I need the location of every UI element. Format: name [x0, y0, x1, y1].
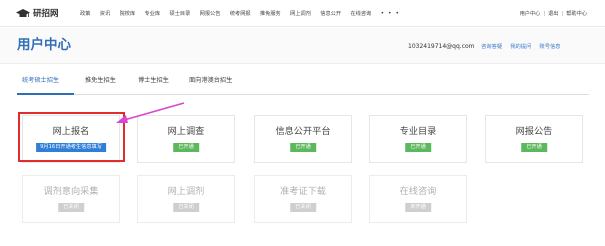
status-badge: 已关闭	[173, 203, 199, 212]
status-badge: 已开通	[173, 143, 199, 152]
consult-answer-link[interactable]: 咨询答疑	[481, 43, 502, 51]
card-title: 准考证下载	[280, 186, 326, 197]
card-title: 网报公告	[515, 126, 553, 137]
logout-link[interactable]: 退出	[548, 11, 558, 17]
page-title: 用户中心	[17, 37, 71, 53]
nav-item-recommendation[interactable]: 推免服务	[260, 10, 281, 18]
nav-item-registration-notice[interactable]: 网报公告	[200, 10, 221, 18]
card-info-disclosure-platform[interactable]: 信息公开平台 已开通	[254, 115, 352, 163]
active-tab-indicator	[17, 93, 74, 95]
nav-item-majors[interactable]: 专业库	[145, 10, 161, 18]
nav-item-online-adjustment[interactable]: 网上调剂	[290, 10, 311, 18]
separator: |	[543, 11, 546, 17]
nav-item-news[interactable]: 资讯	[100, 10, 110, 18]
nav-item-info-disclosure[interactable]: 信息公开	[320, 10, 341, 18]
page-header: 用户中心 1032419714@qq.com 咨询答疑 我的提问 账号信息	[0, 28, 605, 64]
header-links: 咨询答疑 我的提问 账号信息	[481, 43, 569, 51]
nav-item-policy[interactable]: 政策	[80, 10, 90, 18]
status-badge: 已开通	[290, 143, 316, 152]
nav-item-schools[interactable]: 院校库	[120, 10, 136, 18]
card-title: 专业目录	[399, 126, 437, 137]
card-online-consult[interactable]: 在线咨询 未开通	[369, 175, 467, 223]
help-center-link[interactable]: 帮助中心	[566, 11, 587, 17]
nav-item-online-consult[interactable]: 在线咨询	[350, 10, 371, 18]
card-title: 信息公开平台	[275, 126, 331, 137]
status-badge: 已关闭	[290, 203, 316, 212]
nav-item-unified-exam[interactable]: 统考网报	[230, 10, 251, 18]
status-badge: 未开通	[405, 203, 431, 212]
separator: |	[561, 11, 564, 17]
card-title: 网上调剂	[167, 186, 205, 197]
card-registration-notice[interactable]: 网报公告 已开通	[485, 115, 583, 163]
user-links: 用户中心 | 退出 | 帮助中心	[520, 10, 587, 18]
status-badge: 已关闭	[58, 203, 84, 212]
card-title: 在线咨询	[399, 186, 437, 197]
logo-text: 研招网	[33, 9, 59, 19]
status-badge: 已开通	[521, 143, 547, 152]
enrollment-tabs: 统考硕士招生 推免生招生 博士生招生 面向港澳台招生	[17, 77, 589, 95]
card-admission-ticket-download[interactable]: 准考证下载 已关闭	[254, 175, 352, 223]
tab-hk-macao-taiwan[interactable]: 面向港澳台招生	[189, 77, 232, 85]
annotation-arrow-icon	[116, 102, 185, 123]
status-badge: 已开通	[405, 143, 431, 152]
top-navigation-bar: 研招网 政策 资讯 院校库 专业库 硕士目录 网报公告 统考网报 推免服务 网上…	[0, 0, 605, 27]
account-info-link[interactable]: 账号信息	[539, 43, 560, 51]
my-questions-link[interactable]: 我的提问	[510, 43, 531, 51]
main-nav: 政策 资讯 院校库 专业库 硕士目录 网报公告 统考网报 推免服务 网上调剂 信…	[80, 10, 409, 18]
card-major-catalog[interactable]: 专业目录 已开通	[369, 115, 467, 163]
mortarboard-icon	[16, 9, 30, 17]
site-logo[interactable]: 研招网	[16, 8, 59, 20]
user-center-link[interactable]: 用户中心	[520, 11, 541, 17]
nav-item-master-catalog[interactable]: 硕士目录	[170, 10, 191, 18]
tab-unified-master[interactable]: 统考硕士招生	[22, 77, 59, 85]
account-email: 1032419714@qq.com	[408, 43, 475, 50]
card-title: 调剂意向采集	[43, 186, 99, 197]
highlight-box	[18, 112, 125, 162]
card-online-adjustment[interactable]: 网上调剂 已关闭	[137, 175, 235, 223]
tab-doctoral[interactable]: 博士生招生	[138, 77, 169, 85]
tab-recommended-students[interactable]: 推免生招生	[85, 77, 116, 85]
card-adjustment-intent[interactable]: 调剂意向采集 已关闭	[22, 175, 120, 223]
more-icon[interactable]: • • •	[381, 10, 400, 18]
